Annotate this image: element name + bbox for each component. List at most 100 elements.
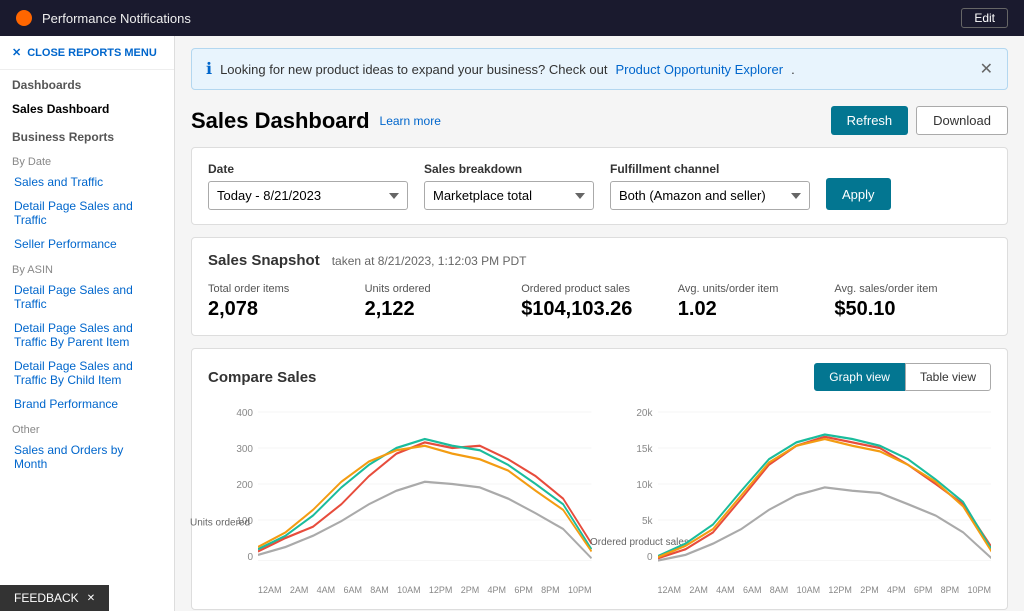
x2-tick-6am: 6AM: [743, 585, 762, 595]
metric-label-3: Avg. units/order item: [678, 283, 835, 295]
product-sales-x-axis: 12AM 2AM 4AM 6AM 8AM 10AM 12PM 2PM 4PM 6…: [608, 583, 992, 595]
channel-filter-label: Fulfillment channel: [610, 162, 810, 176]
sidebar-item-seller-performance[interactable]: Seller Performance: [0, 232, 174, 256]
y-tick-10k: 10k: [608, 480, 653, 491]
x-tick-6pm: 6PM: [514, 585, 533, 595]
apply-button[interactable]: Apply: [826, 178, 891, 210]
units-ordered-y-axis: Units ordered 400 300 200 100 0: [208, 403, 258, 583]
metric-value-4: $50.10: [834, 298, 991, 321]
product-sales-chart-svg-area: [658, 403, 992, 583]
date-filter-group: Date Today - 8/21/2023: [208, 162, 408, 210]
view-toggle: Graph view Table view: [814, 363, 991, 391]
snapshot-title: Sales Snapshot: [208, 252, 320, 269]
feedback-label: FEEDBACK: [14, 591, 79, 605]
page-header: Sales Dashboard Learn more Refresh Downl…: [175, 98, 1024, 147]
x2-tick-12pm: 12PM: [828, 585, 852, 595]
x-tick-8pm: 8PM: [541, 585, 560, 595]
date-filter-label: Date: [208, 162, 408, 176]
page-title-area: Sales Dashboard Learn more: [191, 108, 441, 134]
topbar-title: Performance Notifications: [42, 11, 191, 26]
feedback-bar[interactable]: FEEDBACK ✕: [0, 585, 109, 611]
learn-more-link[interactable]: Learn more: [380, 114, 441, 128]
metric-label-4: Avg. sales/order item: [834, 283, 991, 295]
x2-tick-12am: 12AM: [658, 585, 682, 595]
sidebar-item-sales-orders-month[interactable]: Sales and Orders by Month: [0, 438, 174, 476]
info-icon: ℹ: [206, 59, 212, 79]
y-tick-200: 200: [208, 480, 253, 491]
y-tick-15k: 15k: [608, 444, 653, 455]
snapshot-subtitle: taken at 8/21/2023, 1:12:03 PM PDT: [332, 254, 527, 268]
close-reports-button[interactable]: ✕ CLOSE REPORTS MENU: [0, 36, 174, 70]
main-layout: ✕ CLOSE REPORTS MENU Dashboards Sales Da…: [0, 36, 1024, 611]
filters-bar: Date Today - 8/21/2023 Sales breakdown M…: [191, 147, 1008, 225]
x-tick-8am: 8AM: [370, 585, 389, 595]
y-tick-0: 0: [208, 552, 253, 563]
units-ordered-chart-outer: Units ordered 400 300 200 100 0: [208, 403, 592, 583]
metric-value-3: 1.02: [678, 298, 835, 321]
banner-close-button[interactable]: ✕: [980, 59, 993, 79]
product-sales-svg: [658, 403, 992, 583]
snapshot-section: Sales Snapshot taken at 8/21/2023, 1:12:…: [191, 237, 1008, 336]
close-reports-label: CLOSE REPORTS MENU: [27, 47, 157, 59]
units-ordered-y-label: Units ordered: [190, 518, 250, 529]
content-area: ℹ Looking for new product ideas to expan…: [175, 36, 1024, 611]
metric-value-1: 2,122: [365, 298, 522, 321]
refresh-button[interactable]: Refresh: [831, 106, 909, 135]
banner-link[interactable]: Product Opportunity Explorer: [615, 62, 783, 77]
sidebar-item-sales-dashboard[interactable]: Sales Dashboard: [0, 96, 174, 122]
breakdown-filter-label: Sales breakdown: [424, 162, 594, 176]
x2-tick-8pm: 8PM: [941, 585, 960, 595]
x-tick-10pm: 10PM: [568, 585, 592, 595]
metric-total-order-items: Total order items 2,078: [208, 283, 365, 321]
sidebar-subsection-by-date: By Date: [0, 148, 174, 170]
sidebar-item-sales-traffic[interactable]: Sales and Traffic: [0, 170, 174, 194]
x-tick-12am: 12AM: [258, 585, 282, 595]
download-button[interactable]: Download: [916, 106, 1008, 135]
x2-tick-2am: 2AM: [689, 585, 708, 595]
compare-title: Compare Sales: [208, 369, 316, 386]
graph-view-button[interactable]: Graph view: [814, 363, 905, 391]
feedback-close-icon: ✕: [87, 593, 95, 604]
sidebar-section-dashboards: Dashboards: [0, 70, 174, 96]
x-tick-4am: 4AM: [317, 585, 336, 595]
x-tick-4pm: 4PM: [488, 585, 507, 595]
x-tick-12pm: 12PM: [429, 585, 453, 595]
breakdown-filter-select[interactable]: Marketplace total: [424, 181, 594, 210]
units-ordered-chart-svg-area: [258, 403, 592, 583]
metric-avg-sales: Avg. sales/order item $50.10: [834, 283, 991, 321]
product-sales-chart-outer: Ordered product sales 20k 15k 10k 5k 0: [608, 403, 992, 583]
sidebar-subsection-by-asin: By ASIN: [0, 256, 174, 278]
date-filter-select[interactable]: Today - 8/21/2023: [208, 181, 408, 210]
x2-tick-6pm: 6PM: [914, 585, 933, 595]
sidebar-item-brand-performance[interactable]: Brand Performance: [0, 392, 174, 416]
table-view-button[interactable]: Table view: [905, 363, 991, 391]
y-tick-20k: 20k: [608, 408, 653, 419]
edit-button[interactable]: Edit: [961, 8, 1008, 28]
metric-value-0: 2,078: [208, 298, 365, 321]
units-ordered-svg: [258, 403, 592, 583]
banner-text: ℹ Looking for new product ideas to expan…: [206, 59, 795, 79]
metric-label-1: Units ordered: [365, 283, 522, 295]
x-tick-2pm: 2PM: [461, 585, 480, 595]
charts-container: Units ordered 400 300 200 100 0: [208, 403, 991, 595]
x-tick-10am: 10AM: [397, 585, 421, 595]
metric-label-0: Total order items: [208, 283, 365, 295]
sidebar-item-detail-page-asin[interactable]: Detail Page Sales and Traffic: [0, 278, 174, 316]
y-tick-0-2: 0: [608, 552, 653, 563]
x2-tick-4pm: 4PM: [887, 585, 906, 595]
metric-units-ordered: Units ordered 2,122: [365, 283, 522, 321]
snapshot-header: Sales Snapshot taken at 8/21/2023, 1:12:…: [208, 252, 991, 269]
x2-tick-2pm: 2PM: [860, 585, 879, 595]
x-tick-6am: 6AM: [343, 585, 362, 595]
breakdown-filter-group: Sales breakdown Marketplace total: [424, 162, 594, 210]
sidebar-item-detail-page-parent[interactable]: Detail Page Sales and Traffic By Parent …: [0, 316, 174, 354]
y-tick-5k: 5k: [608, 516, 653, 527]
compare-header: Compare Sales Graph view Table view: [208, 363, 991, 391]
sidebar-item-detail-page-sales-traffic[interactable]: Detail Page Sales and Traffic: [0, 194, 174, 232]
sidebar: ✕ CLOSE REPORTS MENU Dashboards Sales Da…: [0, 36, 175, 611]
sidebar-item-detail-page-child[interactable]: Detail Page Sales and Traffic By Child I…: [0, 354, 174, 392]
sidebar-subsection-other: Other: [0, 416, 174, 438]
channel-filter-select[interactable]: Both (Amazon and seller): [610, 181, 810, 210]
compare-sales-section: Compare Sales Graph view Table view Unit…: [191, 348, 1008, 610]
metric-ordered-product-sales: Ordered product sales $104,103.26: [521, 283, 678, 321]
